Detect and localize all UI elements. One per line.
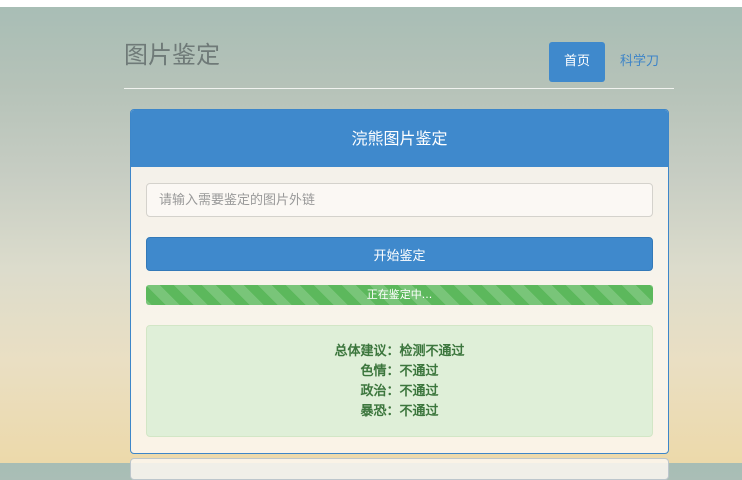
nav-item-home[interactable]: 首页 (548, 42, 605, 82)
result-alert: 总体建议：检测不通过 色情：不通过 政治：不通过 暴恐：不通过 (146, 325, 653, 437)
result-porn: 色情：不通过 (360, 364, 439, 379)
nav-item-kexuedao[interactable]: 科学刀 (605, 42, 674, 82)
panel-title: 浣熊图片鉴定 (131, 110, 668, 167)
result-terror: 暴恐：不通过 (360, 404, 439, 419)
progress-bar: 正在鉴定中... (146, 285, 653, 305)
identify-progress: 正在鉴定中... (146, 285, 653, 305)
image-url-input[interactable] (146, 183, 653, 217)
start-identify-button[interactable]: 开始鉴定 (146, 237, 653, 271)
result-politics: 政治：不通过 (360, 384, 439, 399)
main-nav: 首页 科学刀 (548, 42, 674, 82)
site-title: 图片鉴定 (124, 41, 220, 69)
page-header: 图片鉴定 首页 科学刀 (124, 40, 674, 89)
result-overall: 总体建议：检测不通过 (334, 344, 465, 359)
top-border (0, 0, 742, 7)
identify-panel: 浣熊图片鉴定 开始鉴定 正在鉴定中... 总体建议：检测不通过 色情：不通过 政… (130, 109, 669, 454)
secondary-panel (130, 458, 669, 480)
